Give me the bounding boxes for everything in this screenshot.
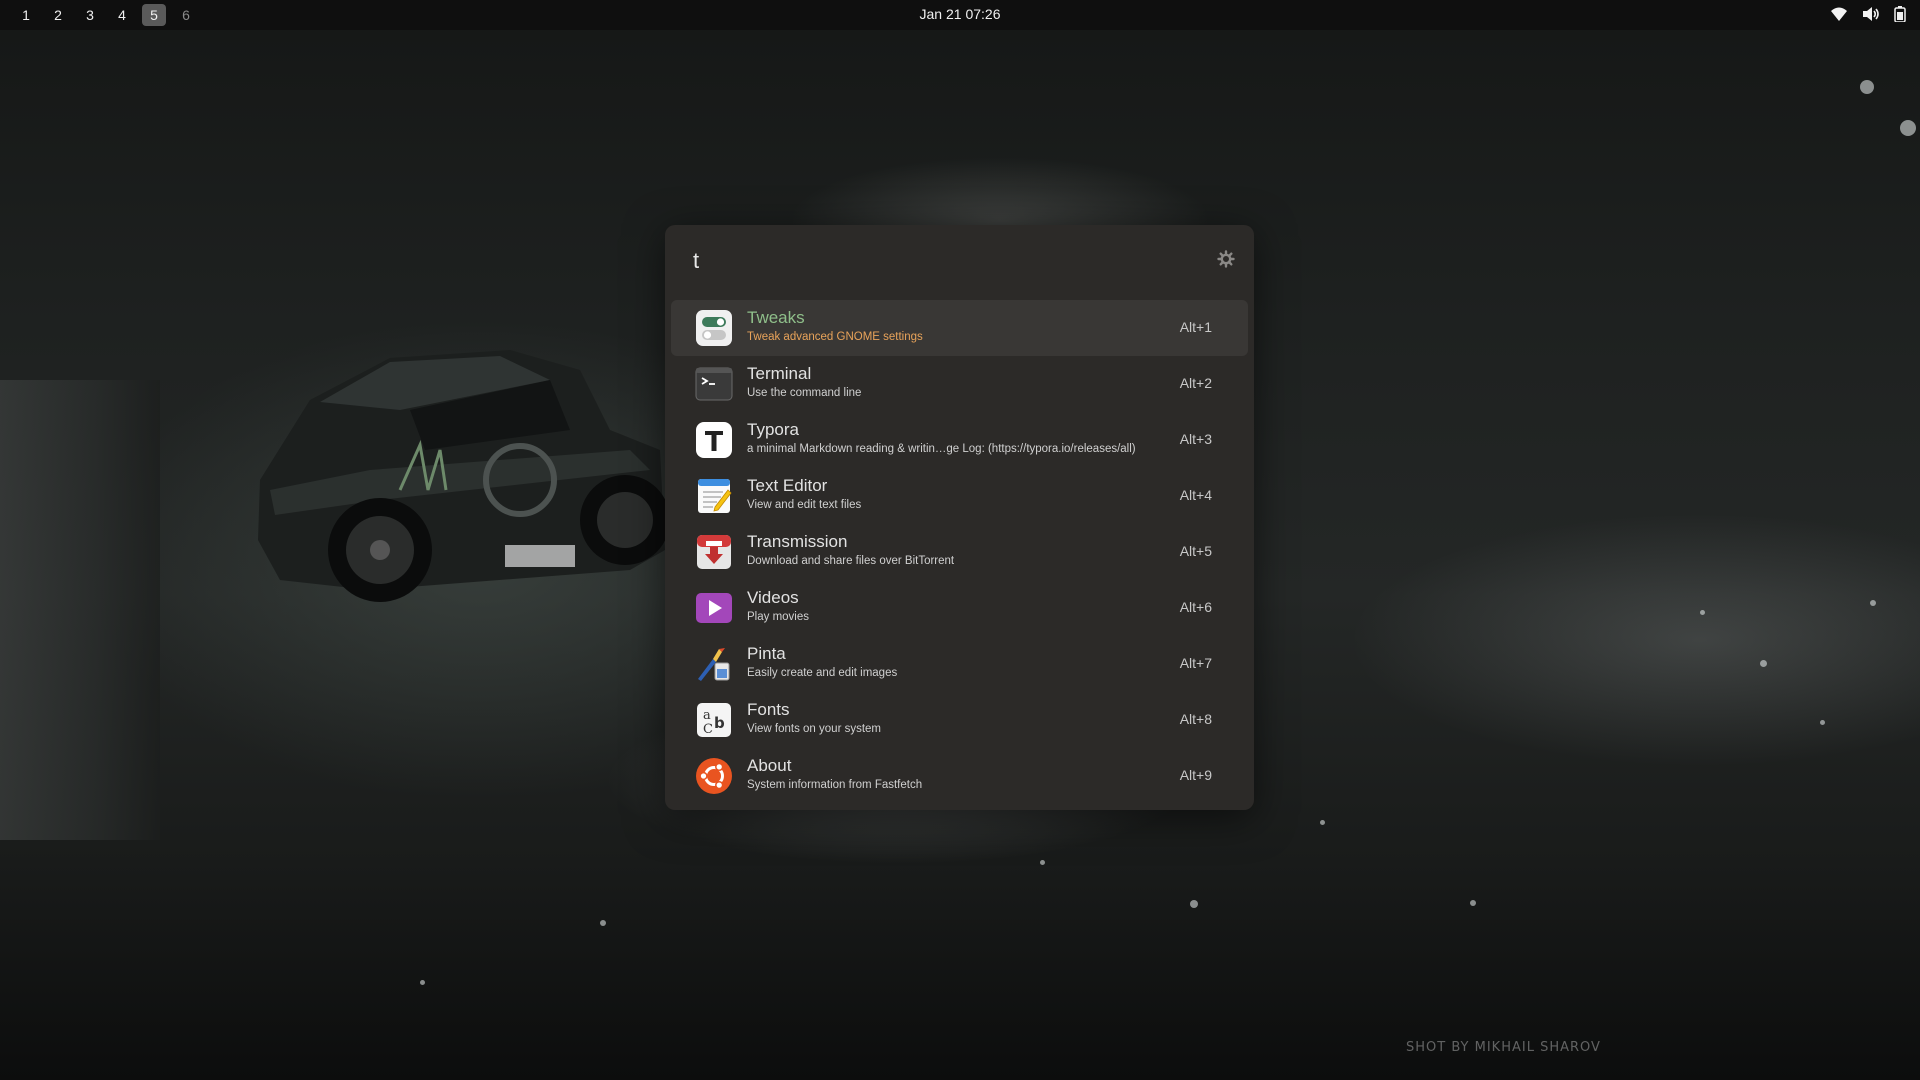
wallpaper-light: [1860, 80, 1874, 94]
wallpaper-reflection: [1470, 900, 1476, 906]
app-launcher: Tweaks Tweak advanced GNOME settings Alt…: [665, 225, 1254, 810]
search-input[interactable]: [691, 243, 1175, 279]
results-list: Tweaks Tweak advanced GNOME settings Alt…: [671, 300, 1248, 804]
fonts-icon: a C b: [697, 703, 731, 737]
result-fonts[interactable]: a C b Fonts View fonts on your system Al…: [671, 692, 1248, 748]
volume-icon[interactable]: [1862, 6, 1880, 22]
result-description: Use the command line: [747, 387, 862, 399]
battery-icon[interactable]: [1894, 6, 1906, 22]
result-text-editor[interactable]: Text Editor View and edit text files Alt…: [671, 468, 1248, 524]
result-name: Typora: [747, 420, 799, 439]
result-description: a minimal Markdown reading & writin…ge L…: [747, 443, 1136, 455]
result-shortcut: Alt+7: [1179, 655, 1212, 671]
gear-icon[interactable]: [1216, 249, 1236, 269]
pinta-icon: [698, 648, 730, 681]
system-tray[interactable]: [1830, 6, 1906, 22]
result-name: Pinta: [747, 644, 786, 663]
svg-text:a: a: [703, 708, 711, 723]
wallpaper-car: [258, 350, 670, 602]
result-description: View fonts on your system: [747, 723, 882, 735]
text-editor-icon: [698, 479, 732, 513]
result-description: Play movies: [747, 611, 809, 623]
svg-text:C: C: [703, 722, 713, 737]
result-name: Text Editor: [747, 476, 828, 495]
wallpaper-reflection: [1040, 860, 1045, 865]
wallpaper-reflection: [600, 920, 606, 926]
result-shortcut: Alt+8: [1179, 711, 1212, 727]
result-description: View and edit text files: [747, 499, 862, 511]
result-terminal[interactable]: Terminal Use the command line Alt+2: [671, 356, 1248, 412]
typora-icon: [696, 422, 732, 458]
wallpaper-credit: SHOT BY MIKHAIL SHAROV: [1406, 1040, 1601, 1055]
result-description: Easily create and edit images: [747, 667, 898, 679]
result-name: Fonts: [747, 700, 790, 719]
result-shortcut: Alt+3: [1179, 431, 1212, 447]
result-name: Terminal: [747, 364, 812, 383]
svg-text:b: b: [714, 714, 725, 732]
wallpaper-reflection: [1820, 720, 1825, 725]
result-shortcut: Alt+9: [1179, 767, 1212, 783]
wallpaper-reflection: [1760, 660, 1767, 667]
transmission-icon: [697, 535, 731, 569]
wallpaper-reflection: [1320, 820, 1325, 825]
top-bar: 1 2 3 4 5 6 Jan 21 07:26: [0, 0, 1920, 30]
tweaks-icon: [696, 310, 732, 346]
result-shortcut: Alt+2: [1179, 375, 1212, 391]
wallpaper-reflection: [1190, 900, 1198, 908]
result-shortcut: Alt+6: [1179, 599, 1212, 615]
wallpaper-reflection: [1700, 610, 1705, 615]
result-transmission[interactable]: Transmission Download and share files ov…: [671, 524, 1248, 580]
ubuntu-logo-icon: [696, 758, 732, 794]
terminal-icon: [695, 367, 733, 401]
search-row: [665, 225, 1254, 295]
result-name: Videos: [747, 588, 799, 607]
result-shortcut: Alt+1: [1179, 319, 1212, 335]
result-pinta[interactable]: Pinta Easily create and edit images Alt+…: [671, 636, 1248, 692]
result-description: Download and share files over BitTorrent: [747, 555, 955, 567]
videos-icon: [696, 593, 732, 623]
result-shortcut: Alt+4: [1179, 487, 1212, 503]
wallpaper-reflection: [420, 980, 425, 985]
clock[interactable]: Jan 21 07:26: [0, 6, 1920, 22]
wallpaper-reflection: [1870, 600, 1876, 606]
result-tweaks[interactable]: Tweaks Tweak advanced GNOME settings Alt…: [671, 300, 1248, 356]
result-description: Tweak advanced GNOME settings: [747, 331, 923, 343]
result-name: Tweaks: [747, 308, 805, 327]
wifi-icon[interactable]: [1830, 6, 1848, 22]
wallpaper-light: [1900, 120, 1916, 136]
result-shortcut: Alt+5: [1179, 543, 1212, 559]
result-about[interactable]: About System information from Fastfetch …: [671, 748, 1248, 804]
result-name: Transmission: [747, 532, 848, 551]
wallpaper-wall: [0, 380, 160, 840]
result-description: System information from Fastfetch: [747, 779, 923, 791]
result-typora[interactable]: Typora a minimal Markdown reading & writ…: [671, 412, 1248, 468]
result-videos[interactable]: Videos Play movies Alt+6: [671, 580, 1248, 636]
result-name: About: [747, 756, 792, 775]
